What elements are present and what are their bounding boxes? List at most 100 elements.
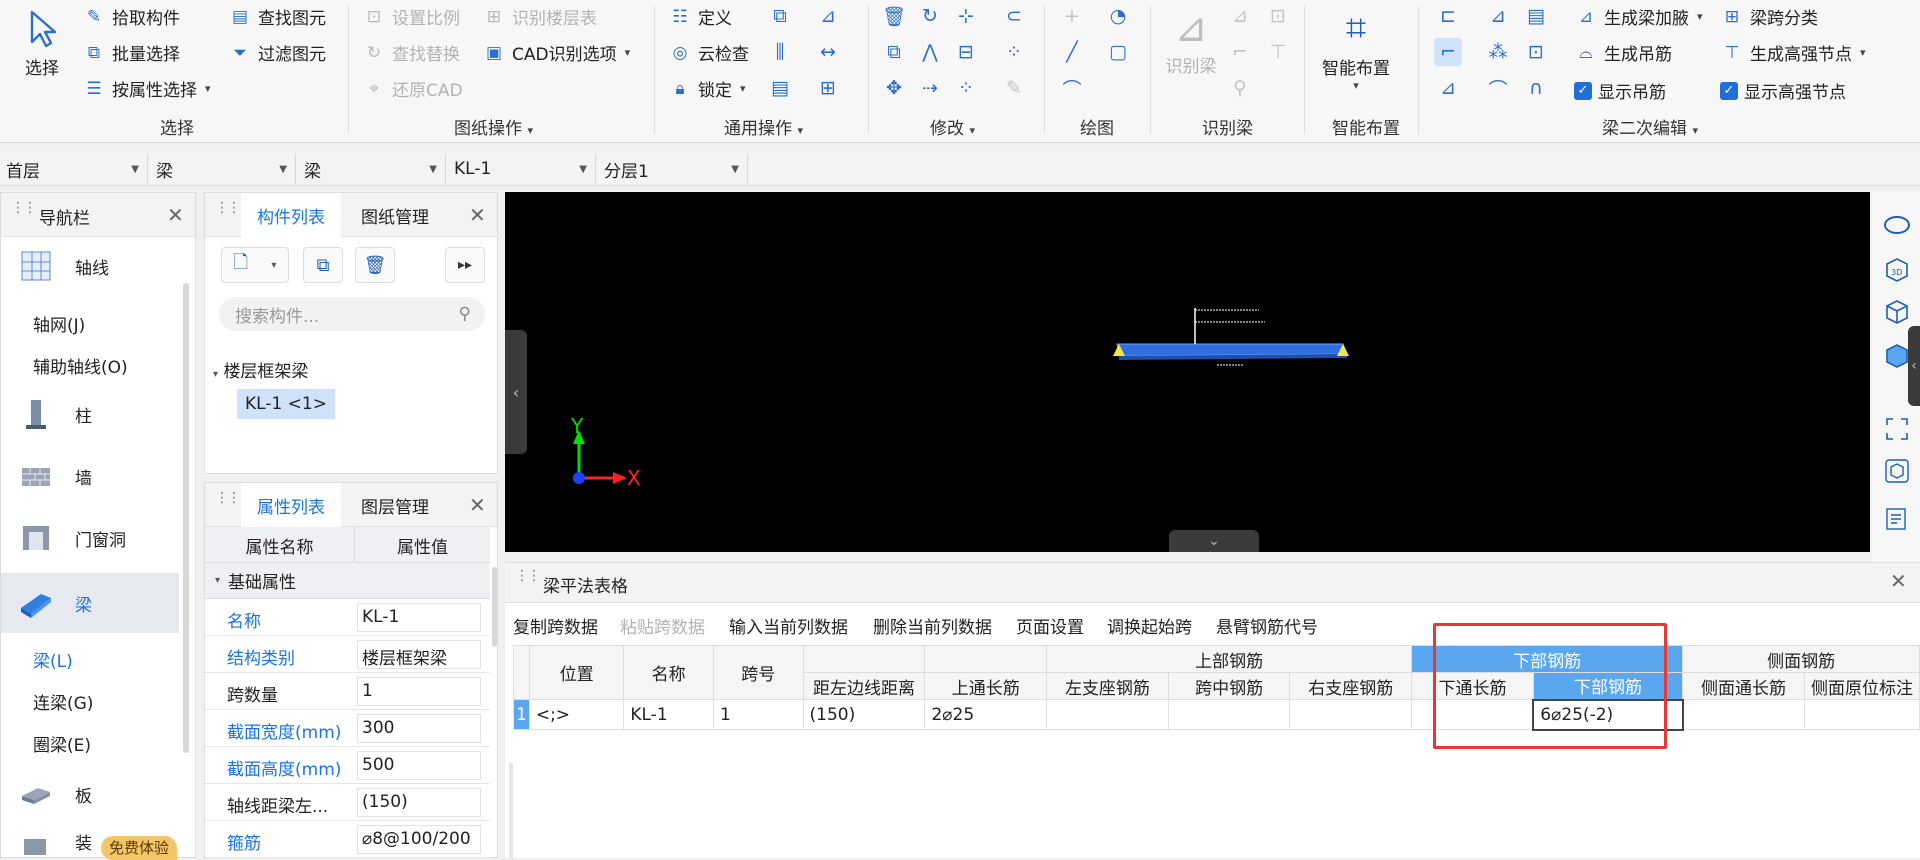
span-classify-button[interactable]: ⊞ 梁跨分类 xyxy=(1720,4,1818,30)
layer-dropdown[interactable]: 分层1 ▼ xyxy=(598,154,748,184)
identify-icon-b[interactable]: ⊡ xyxy=(1264,2,1292,30)
dynamic-observe-icon[interactable] xyxy=(1882,210,1912,240)
property-row[interactable]: 跨数量 1 xyxy=(205,673,490,710)
nav-slab[interactable]: 板 xyxy=(1,769,179,819)
extend-icon[interactable]: ⇢ xyxy=(916,74,944,102)
beam-draw-icon[interactable]: ⌐ xyxy=(1434,38,1462,66)
line-icon[interactable]: ╱ xyxy=(1058,38,1086,66)
point-icon[interactable]: + xyxy=(1058,2,1086,30)
property-row[interactable]: 轴线距梁左... (150) xyxy=(205,784,490,821)
cell-name[interactable]: KL-1 xyxy=(623,699,714,730)
property-value-field[interactable]: 1 xyxy=(357,677,481,706)
rectangle-icon[interactable]: ▢ xyxy=(1104,38,1132,66)
filter-element-button[interactable]: ⏷ 过滤图元 xyxy=(228,40,326,66)
property-row[interactable]: 箍筋 ⌀8@100/200 xyxy=(205,821,490,858)
show-high-node-checkbox[interactable]: ✓ 显示高强节点 xyxy=(1720,78,1846,103)
align-icon[interactable]: ⫼ xyxy=(766,38,794,66)
property-value-field[interactable]: 500 xyxy=(357,751,481,780)
cell-dist[interactable]: (150) xyxy=(802,699,926,730)
gen-hanger-button[interactable]: ⌓ 生成吊筋 xyxy=(1574,40,1672,66)
free-trial-badge[interactable]: 免费体验 xyxy=(101,836,178,860)
tab-property-list[interactable]: 属性列表 xyxy=(241,483,341,527)
property-value-field[interactable]: KL-1 xyxy=(357,603,481,632)
batch-select-button[interactable]: ⧉ 批量选择 xyxy=(82,40,180,66)
copy-component-button[interactable]: ⧉ xyxy=(303,247,343,283)
break-icon[interactable]: ⁘ xyxy=(952,74,980,102)
offset-icon[interactable]: ⊂ xyxy=(1000,2,1028,30)
delete-icon[interactable]: 🗑︎ xyxy=(880,2,908,30)
new-component-button[interactable]: 🗋 ▾ xyxy=(221,247,289,283)
define-button[interactable]: ☷ 定义 xyxy=(668,4,732,30)
nav-beam[interactable]: 梁 xyxy=(1,573,179,633)
nav-door-window[interactable]: 门窗洞 xyxy=(1,513,179,563)
identify-icon-e[interactable]: ⚲ xyxy=(1226,74,1254,102)
cell-position[interactable]: <;> xyxy=(528,699,625,730)
beam-tag-icon[interactable]: ⊿ xyxy=(1484,2,1512,30)
top-view-icon[interactable] xyxy=(1882,296,1912,326)
property-value-field[interactable]: 楼层框架梁 xyxy=(357,640,481,669)
drag-handle-icon[interactable]: ⋮⋮ xyxy=(11,201,37,225)
identify-floor-table-button[interactable]: ⊞ 识别楼层表 xyxy=(482,4,597,30)
modify-group-label[interactable]: 修改 ▾ xyxy=(930,114,975,139)
collapse-bottom-panel-handle[interactable]: ⌄ xyxy=(1169,530,1259,552)
copy-icon[interactable]: ⧉ xyxy=(880,38,908,66)
cell-right-support[interactable] xyxy=(1289,699,1413,730)
swap-start-span-button[interactable]: 调换起始跨 xyxy=(1107,613,1192,638)
property-value-field[interactable]: ⌀8@100/200 xyxy=(357,825,481,854)
row-index[interactable]: 1 xyxy=(513,699,530,730)
dimension-icon[interactable]: ⊿ xyxy=(814,2,842,30)
align-modify-icon[interactable]: ⊟ xyxy=(952,38,980,66)
drag-handle-icon[interactable]: ⋮⋮ xyxy=(215,491,241,515)
identify-icon-d[interactable]: ⊤ xyxy=(1264,38,1292,66)
nav-scrollbar[interactable] xyxy=(183,283,189,753)
layer-display-icon[interactable]: ▤ xyxy=(766,74,794,102)
beam-node-icon[interactable]: ⁂ xyxy=(1484,38,1512,66)
mirror-icon[interactable]: ⋀ xyxy=(916,38,944,66)
circle-icon[interactable]: ◔ xyxy=(1104,2,1132,30)
property-row[interactable]: 截面高度(mm) 500 xyxy=(205,747,490,784)
nav-ring-beam[interactable]: 圈梁(E) xyxy=(33,731,91,756)
nav-wall[interactable]: 墙 xyxy=(1,451,179,501)
beam-hook-icon[interactable]: ∩ xyxy=(1522,74,1550,102)
identify-beam-button[interactable]: ⊿ 识别梁 xyxy=(1160,4,1222,77)
smart-layout-button[interactable]: ⌗ 智能布置 ▾ xyxy=(1314,4,1398,92)
close-icon[interactable]: ✕ xyxy=(469,493,486,517)
nav-aux-axis[interactable]: 辅助轴线(O) xyxy=(33,353,128,378)
edit-icon[interactable]: ✎ xyxy=(1000,74,1028,102)
move-icon[interactable]: ✥ xyxy=(880,74,908,102)
arc-icon[interactable]: ⌒ xyxy=(1058,74,1086,102)
lock-button[interactable]: 🔒︎ 锁定 ▾ xyxy=(668,76,745,102)
section-basic-properties[interactable]: ▾ 基础属性 xyxy=(205,563,490,599)
find-element-button[interactable]: ▤ 查找图元 xyxy=(228,4,326,30)
rotate-icon[interactable]: ↻ xyxy=(916,2,944,30)
find-replace-button[interactable]: ↻ 查找替换 xyxy=(362,40,460,66)
component-name-dropdown[interactable]: KL-1 ▼ xyxy=(448,154,596,184)
property-row[interactable]: 结构类别 楼层框架梁 xyxy=(205,636,490,673)
cantilever-code-button[interactable]: 悬臂钢筋代号 xyxy=(1216,613,1318,638)
nav-beam-l[interactable]: 梁(L) xyxy=(33,647,73,672)
drawing-ops-group-label[interactable]: 图纸操作 ▾ xyxy=(454,114,533,139)
cell-left-support[interactable] xyxy=(1046,699,1169,730)
tab-component-list[interactable]: 构件列表 xyxy=(241,193,341,237)
close-icon[interactable]: ✕ xyxy=(167,203,184,227)
paste-span-data-button[interactable]: 粘贴跨数据 xyxy=(620,613,705,638)
gen-high-node-button[interactable]: ⊤ 生成高强节点 ▾ xyxy=(1720,40,1866,66)
property-row[interactable]: 名称 KL-1 xyxy=(205,599,490,636)
view-list-icon[interactable] xyxy=(1882,504,1912,534)
identify-icon-a[interactable]: ⊿ xyxy=(1226,2,1254,30)
drag-handle-icon[interactable]: ⋮⋮ xyxy=(215,201,241,225)
property-value-field[interactable]: 300 xyxy=(357,714,481,743)
drag-handle-icon[interactable]: ⋮⋮ xyxy=(515,569,541,593)
restore-cad-button[interactable]: ⌖ 还原CAD xyxy=(362,76,462,102)
fullscreen-icon[interactable] xyxy=(1882,414,1912,444)
cell-span[interactable]: 1 xyxy=(712,699,804,730)
copy-layer-icon[interactable]: ⧉ xyxy=(766,2,794,30)
gen-haunch-button[interactable]: ⊿ 生成梁加腋 ▾ xyxy=(1574,4,1703,30)
beam-cap-icon[interactable]: ⌒ xyxy=(1484,74,1512,102)
close-icon[interactable]: ✕ xyxy=(1890,569,1907,593)
search-component-input[interactable]: 搜索构件... ⚲ xyxy=(219,297,485,331)
select-by-attribute-button[interactable]: ☰ 按属性选择 ▾ xyxy=(82,76,210,102)
close-icon[interactable]: ✕ xyxy=(469,203,486,227)
pick-component-button[interactable]: ✎ 拾取构件 xyxy=(82,4,180,30)
set-scale-button[interactable]: ⊡ 设置比例 xyxy=(362,4,460,30)
